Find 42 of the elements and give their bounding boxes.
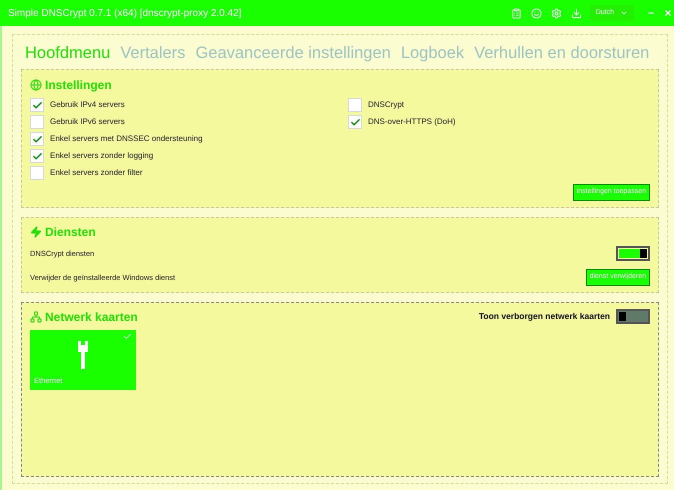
section-title: Netwerk kaarten <box>45 308 138 326</box>
checkbox[interactable] <box>30 115 44 130</box>
checkbox-label: DNS-over-HTTPS (DoH) <box>368 116 456 128</box>
smiley-icon[interactable] <box>530 8 542 18</box>
toggle-switch[interactable] <box>616 309 650 324</box>
checkbox-label: Enkel servers zonder logging <box>50 150 154 162</box>
section-title: Instellingen <box>45 76 112 94</box>
checkbox-label: DNSCrypt <box>368 99 404 112</box>
check-icon <box>32 150 42 162</box>
checkbox-label: Gebruik IPv6 servers <box>50 116 125 128</box>
checkbox[interactable] <box>30 166 44 180</box>
check-icon <box>350 116 360 128</box>
toggle-label: Toon verborgen netwerk kaarten <box>478 310 610 324</box>
caret-icon <box>620 9 628 17</box>
lightning-icon <box>30 226 42 238</box>
tab[interactable]: Verhullen en doorsturen <box>474 41 650 66</box>
checkbox[interactable] <box>30 149 44 164</box>
checkbox[interactable] <box>348 115 362 130</box>
checkbox[interactable] <box>30 132 44 146</box>
section-title: Diensten <box>45 224 96 241</box>
check-icon <box>123 332 132 341</box>
tab[interactable]: Hoofdmenu <box>25 41 110 66</box>
close-button[interactable]: × <box>662 4 674 22</box>
checkbox-label: Enkel servers zonder filter <box>50 167 142 180</box>
checkbox-label: Gebruik IPv4 servers <box>50 99 125 112</box>
network-icon <box>30 310 42 323</box>
checkbox-label: Enkel servers met DNSSEC ondersteuning <box>50 133 203 146</box>
window-title: Simple DNSCrypt 0.7.1 (x64) [dnscrypt-proxy 2.0.42] <box>8 6 242 20</box>
download-icon[interactable] <box>570 8 582 18</box>
check-icon <box>32 134 42 145</box>
checkbox[interactable] <box>348 98 362 112</box>
tab[interactable]: Geavanceerde instellingen <box>195 41 391 66</box>
settings-icon[interactable] <box>550 8 562 18</box>
minimize-button[interactable]: – <box>644 4 658 22</box>
globe-icon <box>30 78 42 91</box>
checkbox[interactable] <box>30 98 44 112</box>
tab[interactable]: Vertalers <box>120 41 186 66</box>
clipboard-icon[interactable] <box>510 8 522 18</box>
ethernet-plug-icon <box>77 340 89 369</box>
check-icon <box>32 100 42 111</box>
toggle-switch[interactable] <box>616 246 650 262</box>
tab[interactable]: Logboek <box>400 41 464 66</box>
